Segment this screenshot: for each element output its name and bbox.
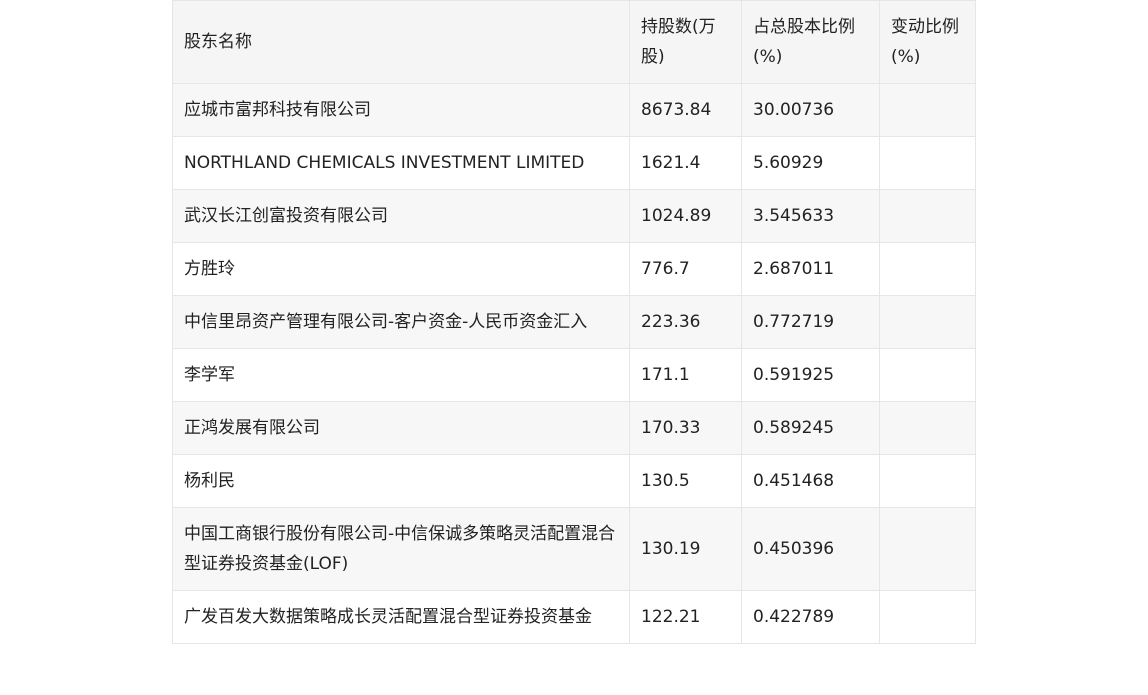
cell-shareholder-name: NORTHLAND CHEMICALS INVESTMENT LIMITED bbox=[172, 136, 630, 190]
cell-change-ratio bbox=[879, 348, 976, 402]
cell-change-ratio bbox=[879, 295, 976, 349]
cell-change-ratio bbox=[879, 454, 976, 508]
cell-shareholder-name: 武汉长江创富投资有限公司 bbox=[172, 189, 630, 243]
cell-share-ratio: 0.451468 bbox=[741, 454, 880, 508]
cell-shares-held: 8673.84 bbox=[629, 83, 742, 137]
cell-share-ratio: 2.687011 bbox=[741, 242, 880, 296]
cell-shareholder-name: 正鸿发展有限公司 bbox=[172, 401, 630, 455]
cell-change-ratio bbox=[879, 83, 976, 137]
cell-change-ratio bbox=[879, 189, 976, 243]
cell-change-ratio bbox=[879, 242, 976, 296]
cell-shareholder-name: 中信里昂资产管理有限公司-客户资金-人民币资金汇入 bbox=[172, 295, 630, 349]
cell-shares-held: 170.33 bbox=[629, 401, 742, 455]
table-row: 广发百发大数据策略成长灵活配置混合型证券投资基金 122.21 0.422789 bbox=[172, 590, 976, 644]
cell-share-ratio: 30.00736 bbox=[741, 83, 880, 137]
cell-shares-held: 1621.4 bbox=[629, 136, 742, 190]
cell-change-ratio bbox=[879, 590, 976, 644]
cell-change-ratio bbox=[879, 507, 976, 591]
cell-change-ratio bbox=[879, 401, 976, 455]
table-body: 应城市富邦科技有限公司 8673.84 30.00736 NORTHLAND C… bbox=[172, 83, 976, 644]
cell-share-ratio: 0.450396 bbox=[741, 507, 880, 591]
cell-shareholder-name: 李学军 bbox=[172, 348, 630, 402]
table-row: 中国工商银行股份有限公司-中信保诚多策略灵活配置混合型证券投资基金(LOF) 1… bbox=[172, 507, 976, 591]
cell-shareholder-name: 杨利民 bbox=[172, 454, 630, 508]
cell-shares-held: 223.36 bbox=[629, 295, 742, 349]
table-row: 中信里昂资产管理有限公司-客户资金-人民币资金汇入 223.36 0.77271… bbox=[172, 295, 976, 349]
shareholders-table: 股东名称 持股数(万股) 占总股本比例(%) 变动比例(%) 应城市富邦科技有限… bbox=[172, 0, 976, 644]
cell-shareholder-name: 中国工商银行股份有限公司-中信保诚多策略灵活配置混合型证券投资基金(LOF) bbox=[172, 507, 630, 591]
cell-shares-held: 130.5 bbox=[629, 454, 742, 508]
header-share-ratio: 占总股本比例(%) bbox=[741, 0, 880, 84]
table-row: 正鸿发展有限公司 170.33 0.589245 bbox=[172, 401, 976, 455]
table-row: 李学军 171.1 0.591925 bbox=[172, 348, 976, 402]
cell-shareholder-name: 广发百发大数据策略成长灵活配置混合型证券投资基金 bbox=[172, 590, 630, 644]
table-row: 武汉长江创富投资有限公司 1024.89 3.545633 bbox=[172, 189, 976, 243]
cell-shares-held: 776.7 bbox=[629, 242, 742, 296]
header-row: 股东名称 持股数(万股) 占总股本比例(%) 变动比例(%) bbox=[172, 0, 976, 84]
header-change-ratio: 变动比例(%) bbox=[879, 0, 976, 84]
cell-shareholder-name: 应城市富邦科技有限公司 bbox=[172, 83, 630, 137]
cell-shares-held: 1024.89 bbox=[629, 189, 742, 243]
cell-shares-held: 171.1 bbox=[629, 348, 742, 402]
cell-share-ratio: 0.422789 bbox=[741, 590, 880, 644]
cell-shares-held: 130.19 bbox=[629, 507, 742, 591]
cell-shares-held: 122.21 bbox=[629, 590, 742, 644]
table-row: 方胜玲 776.7 2.687011 bbox=[172, 242, 976, 296]
header-shareholder-name: 股东名称 bbox=[172, 0, 630, 84]
cell-share-ratio: 0.589245 bbox=[741, 401, 880, 455]
cell-share-ratio: 5.60929 bbox=[741, 136, 880, 190]
table-row: NORTHLAND CHEMICALS INVESTMENT LIMITED 1… bbox=[172, 136, 976, 190]
cell-change-ratio bbox=[879, 136, 976, 190]
cell-share-ratio: 0.772719 bbox=[741, 295, 880, 349]
cell-share-ratio: 3.545633 bbox=[741, 189, 880, 243]
table-header: 股东名称 持股数(万股) 占总股本比例(%) 变动比例(%) bbox=[172, 0, 976, 84]
table-row: 杨利民 130.5 0.451468 bbox=[172, 454, 976, 508]
cell-share-ratio: 0.591925 bbox=[741, 348, 880, 402]
table-row: 应城市富邦科技有限公司 8673.84 30.00736 bbox=[172, 83, 976, 137]
header-shares-held: 持股数(万股) bbox=[629, 0, 742, 84]
cell-shareholder-name: 方胜玲 bbox=[172, 242, 630, 296]
